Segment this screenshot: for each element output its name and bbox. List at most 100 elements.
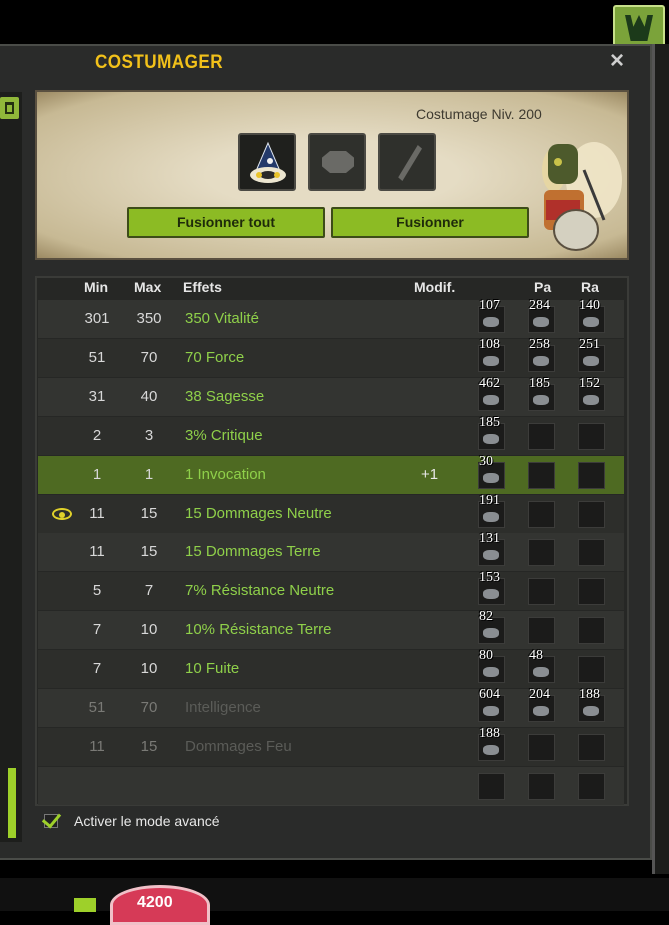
rune-quantity: 251 xyxy=(579,336,600,352)
table-row[interactable]: 7 10 10 Fuite 80 48 xyxy=(38,648,624,689)
shield-slot[interactable] xyxy=(308,133,366,191)
advanced-mode-label[interactable]: Activer le mode avancé xyxy=(74,813,220,829)
quill-slot[interactable] xyxy=(378,133,436,191)
rune-quantity: 188 xyxy=(579,687,600,702)
rune-slot[interactable]: 140 xyxy=(578,298,605,333)
cell-effect: 10% Résistance Terre xyxy=(185,621,332,639)
rune-slot[interactable]: 131 xyxy=(478,531,505,567)
rune-icon xyxy=(483,706,499,716)
table-row[interactable]: 51 70 Intelligence 604 204 188 xyxy=(38,687,624,727)
rune-slot[interactable] xyxy=(528,733,555,761)
cell-effect: 70 Force xyxy=(185,348,245,366)
table-row[interactable]: 7 10 10% Résistance Terre 82 xyxy=(38,609,624,650)
table-row[interactable]: 5 7 7% Résistance Neutre 153 xyxy=(38,570,624,611)
rune-slot[interactable]: 284 xyxy=(528,298,555,333)
rune-slot[interactable]: 153 xyxy=(478,570,505,606)
life-value: 4200 xyxy=(137,894,173,911)
rune-slot[interactable] xyxy=(528,500,555,528)
rune-slot[interactable]: 258 xyxy=(528,337,555,372)
table-row[interactable]: 51 70 70 Force 108 258 251 xyxy=(38,337,624,377)
rune-slot[interactable]: 188 xyxy=(578,687,605,722)
plus-icon[interactable] xyxy=(74,898,96,912)
cell-max: 3 xyxy=(144,426,154,444)
rune-slot[interactable]: 185 xyxy=(528,376,555,411)
feather-icon xyxy=(398,145,422,181)
rune-slot[interactable] xyxy=(528,461,555,489)
cell-effect: 7% Résistance Neutre xyxy=(185,582,335,600)
rune-slot[interactable]: 82 xyxy=(478,609,505,645)
rune-slot[interactable]: 152 xyxy=(578,376,605,411)
cell-min: 51 xyxy=(88,348,106,366)
rune-slot[interactable]: 107 xyxy=(478,298,505,333)
rune-slot[interactable] xyxy=(578,578,605,606)
shield-placeholder-icon xyxy=(322,151,354,173)
table-row[interactable]: 31 40 38 Sagesse 462 185 152 xyxy=(38,376,624,416)
rune-slot[interactable]: 188 xyxy=(478,726,505,761)
rune-slot[interactable] xyxy=(478,772,505,800)
table-row[interactable]: 11 15 15 Dommages Neutre 191 xyxy=(38,493,624,533)
rune-slot[interactable]: 80 xyxy=(478,648,505,684)
cell-max: 70 xyxy=(140,699,158,716)
cell-max: 15 xyxy=(140,737,158,755)
rune-slot[interactable] xyxy=(578,617,605,645)
col-header-modif: Modif. xyxy=(414,279,456,295)
rune-slot[interactable] xyxy=(578,656,605,684)
rune-quantity: 152 xyxy=(579,375,600,391)
rune-slot[interactable] xyxy=(578,461,605,489)
emblem-glyph xyxy=(625,15,653,41)
rune-quantity: 204 xyxy=(529,687,550,702)
advanced-mode-checkbox[interactable] xyxy=(42,810,64,830)
rune-slot[interactable]: 204 xyxy=(528,687,555,722)
rune-quantity: 82 xyxy=(479,609,493,625)
rune-icon xyxy=(483,511,499,522)
rune-quantity: 131 xyxy=(479,531,500,547)
rune-slot[interactable] xyxy=(528,539,555,567)
cell-max: 15 xyxy=(140,504,158,522)
col-header-pa: Pa xyxy=(534,279,552,295)
rune-slot[interactable]: 251 xyxy=(578,337,605,372)
fuse-all-button[interactable]: Fusionner tout xyxy=(127,207,325,238)
rune-slot[interactable]: 191 xyxy=(478,493,505,528)
hat-slot[interactable] xyxy=(238,133,296,191)
rune-slot[interactable] xyxy=(578,733,605,761)
rune-slot[interactable] xyxy=(528,422,555,450)
table-row[interactable] xyxy=(38,766,624,805)
rune-slot[interactable]: 604 xyxy=(478,687,505,722)
rune-quantity: 140 xyxy=(579,298,600,313)
fuse-button[interactable]: Fusionner xyxy=(331,207,529,238)
rune-slot[interactable] xyxy=(578,422,605,450)
rune-icon xyxy=(533,355,549,366)
costumage-level: Costumage Niv. 200 xyxy=(416,106,542,122)
rune-slot[interactable] xyxy=(528,617,555,645)
trash-icon[interactable] xyxy=(0,97,19,119)
rune-slot[interactable] xyxy=(528,772,555,800)
cell-min: 301 xyxy=(84,310,110,327)
rune-slot[interactable] xyxy=(578,539,605,567)
cell-min: 1 xyxy=(92,465,102,483)
table-row[interactable]: 11 15 Dommages Feu 188 xyxy=(38,726,624,766)
rail-scroll-indicator[interactable] xyxy=(8,768,16,838)
rune-slot[interactable] xyxy=(528,578,555,606)
rune-icon xyxy=(583,355,599,366)
table-row[interactable]: 301 350 350 Vitalité 107 284 140 xyxy=(38,298,624,338)
eye-icon[interactable] xyxy=(52,507,72,520)
cell-min: 11 xyxy=(89,504,105,522)
table-row[interactable]: 2 3 3% Critique 185 xyxy=(38,415,624,455)
rune-icon xyxy=(483,628,499,639)
rune-slot[interactable] xyxy=(578,500,605,528)
rune-slot[interactable]: 48 xyxy=(528,648,555,684)
cell-min: 11 xyxy=(89,543,105,561)
rune-icon xyxy=(483,589,499,600)
rune-slot[interactable] xyxy=(578,772,605,800)
table-row[interactable]: 1 1 1 Invocation +1 30 xyxy=(38,454,624,494)
rune-slot[interactable]: 108 xyxy=(478,337,505,372)
rune-slot[interactable]: 185 xyxy=(478,415,505,450)
rune-quantity: 108 xyxy=(479,336,500,352)
rune-slot[interactable]: 30 xyxy=(478,454,505,489)
close-icon[interactable]: × xyxy=(606,49,628,73)
table-row[interactable]: 11 15 15 Dommages Terre 131 xyxy=(38,531,624,572)
rune-quantity: 30 xyxy=(479,453,493,469)
cell-max: 40 xyxy=(140,387,158,405)
rune-icon xyxy=(483,433,499,444)
rune-slot[interactable]: 462 xyxy=(478,376,505,411)
